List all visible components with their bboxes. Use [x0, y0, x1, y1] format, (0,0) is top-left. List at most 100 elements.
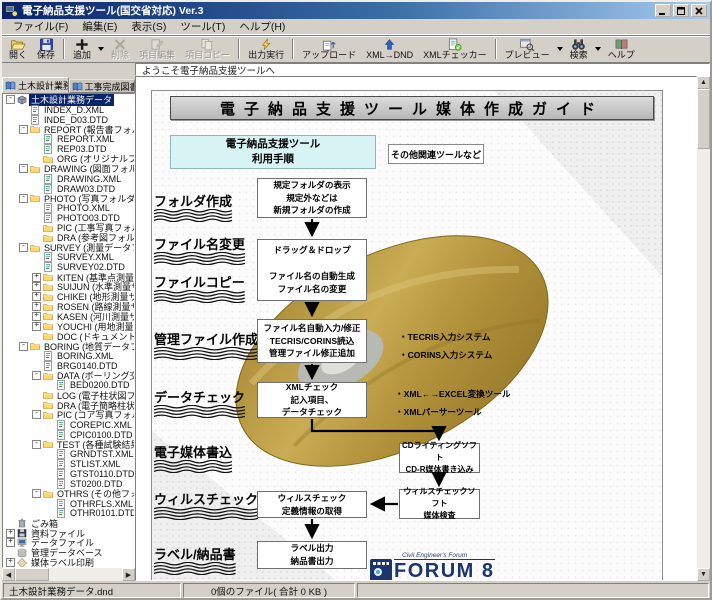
- tree-view[interactable]: -土木設計業務データINDEX_D.XMLINDE_D03.DTD-REPORT…: [2, 93, 135, 568]
- horizontal-scroll-thumb[interactable]: [15, 568, 49, 581]
- menu-file[interactable]: ファイル(F): [6, 18, 75, 35]
- tree-item[interactable]: -BORING (地質データフォルダ): [3, 341, 134, 351]
- horizontal-scroll-track[interactable]: [49, 568, 122, 581]
- vertical-scroll-track[interactable]: [697, 149, 710, 568]
- folder-icon: [30, 243, 40, 253]
- xml-checker-button[interactable]: XMLチェッカー: [418, 37, 492, 61]
- preview-label: プレビュー: [505, 51, 550, 61]
- scroll-right-button[interactable]: ▶: [122, 568, 135, 581]
- vertical-scroll-thumb[interactable]: [697, 89, 710, 149]
- tree-item[interactable]: -REPORT (報告書フォルダ): [3, 125, 134, 135]
- step-label-manage-file: 管理ファイル作成: [154, 329, 258, 360]
- tree-expand-toggle[interactable]: +: [6, 558, 15, 567]
- tree-expand-toggle[interactable]: -: [32, 371, 41, 380]
- open-button[interactable]: 開く: [4, 37, 32, 61]
- tree-item[interactable]: REPORT.XML: [3, 134, 134, 144]
- search-button[interactable]: 検索: [565, 37, 593, 61]
- annotation-tecris: ・TECRIS入力システム: [399, 331, 490, 343]
- tree-item[interactable]: GTST0110.DTD: [3, 469, 134, 479]
- tree-item[interactable]: DRAWING.XML: [3, 174, 134, 184]
- tree-item-label: GRNDTST.XML: [68, 449, 134, 459]
- tree-expand-toggle[interactable]: -: [32, 440, 41, 449]
- tree-item[interactable]: SURVEY.XML: [3, 253, 134, 263]
- guide-title: 電子納品支援ツール媒体作成ガイド: [170, 96, 654, 120]
- tree-item-label: COREPIC.XML: [68, 420, 134, 430]
- preview-dropdown-button[interactable]: [555, 37, 565, 61]
- forum8-logo-text: FORUM 8: [394, 561, 495, 581]
- tree-expand-toggle[interactable]: +: [32, 312, 41, 321]
- statusbar: 土木設計業務データ.dnd 0個のファイル( 合計 0 KB ): [2, 582, 710, 598]
- tree-item[interactable]: -PHOTO (写真フォルダ): [3, 193, 134, 203]
- upload-button[interactable]: アップロード: [297, 37, 361, 61]
- menu-view[interactable]: 表示(S): [124, 18, 173, 35]
- close-button[interactable]: [691, 4, 707, 17]
- menu-edit[interactable]: 編集(E): [75, 18, 124, 35]
- tree-item[interactable]: -PIC (コア写真フォルダ): [3, 410, 134, 420]
- tree-expand-toggle[interactable]: -: [32, 410, 41, 419]
- tree-expand-toggle[interactable]: -: [19, 194, 28, 203]
- add-dropdown-button[interactable]: [96, 37, 106, 61]
- save-button[interactable]: 保存: [32, 37, 60, 61]
- tree-item[interactable]: INDEX_D.XML: [3, 105, 134, 115]
- scroll-up-button[interactable]: ▲: [697, 76, 710, 89]
- page-icon: [43, 252, 53, 262]
- tree-expand-toggle[interactable]: -: [19, 342, 28, 351]
- main-vertical-scrollbar[interactable]: ▲ ▼: [697, 76, 710, 581]
- tree-expand-toggle[interactable]: +: [32, 282, 41, 291]
- tree-item[interactable]: -土木設計業務データ: [3, 95, 134, 105]
- scroll-down-button[interactable]: ▼: [697, 568, 710, 581]
- scroll-left-button[interactable]: ◀: [2, 568, 15, 581]
- tree-expand-toggle[interactable]: -: [32, 489, 41, 498]
- titlebar[interactable]: 電子納品支援ツール(国交省対応) Ver.3: [2, 2, 710, 19]
- open-label: 開く: [9, 51, 27, 61]
- page-icon: [30, 105, 40, 115]
- tree-expand-toggle[interactable]: +: [32, 322, 41, 331]
- tree-item[interactable]: +媒体ラベル印刷: [3, 558, 134, 568]
- tab-civil-design[interactable]: 土木設計業務: [2, 77, 69, 93]
- step-label-data-check: データチェック: [154, 387, 245, 418]
- tree-item[interactable]: -TEST (各種試験結果フォルダ): [3, 440, 134, 450]
- item-edit-label: 項目編集: [139, 51, 175, 61]
- tree-item[interactable]: GRNDTST.XML: [3, 449, 134, 459]
- upload-label: アップロード: [302, 51, 356, 61]
- page-icon: [30, 115, 40, 125]
- search-dropdown-button[interactable]: [593, 37, 603, 61]
- tree-expand-toggle[interactable]: -: [19, 243, 28, 252]
- tree-item[interactable]: OTHRFLS.XML: [3, 499, 134, 509]
- tree-expand-toggle[interactable]: +: [32, 292, 41, 301]
- item-copy-button: 項目コピー: [180, 37, 235, 61]
- trash-icon: [17, 518, 27, 528]
- tree-expand-toggle[interactable]: +: [6, 529, 15, 538]
- tab-label: 工事完成図書: [85, 80, 136, 93]
- tree-item[interactable]: -OTHRS (その他フォルダ): [3, 489, 134, 499]
- tree-item[interactable]: -DRAWING (図面フォルダ): [3, 164, 134, 174]
- page-icon: [43, 144, 53, 154]
- tree-expand-toggle[interactable]: -: [19, 125, 28, 134]
- tree-expand-toggle[interactable]: +: [6, 538, 15, 547]
- menu-tools[interactable]: ツール(T): [173, 18, 232, 35]
- forum8-tagline: Civil Engineer's Forum: [394, 552, 495, 560]
- tree-item[interactable]: -DATA (ボーリング交換用): [3, 371, 134, 381]
- maximize-button[interactable]: [673, 4, 689, 17]
- delete-button: 削除: [106, 37, 134, 61]
- tree-item[interactable]: STLIST.XML: [3, 459, 134, 469]
- guide-canvas: 電子納品支援ツール媒体作成ガイド 電子納品支援ツール 利用手順 その他関連ツール…: [135, 76, 697, 581]
- tree-horizontal-scrollbar[interactable]: ◀ ▶: [2, 568, 135, 581]
- output-run-button[interactable]: 出力実行: [243, 37, 289, 61]
- tree-item[interactable]: COREPIC.XML: [3, 420, 134, 430]
- xml-dnd-button[interactable]: XML→DND: [361, 37, 418, 61]
- help-button[interactable]: ヘルプ: [603, 37, 640, 61]
- tree-expand-toggle[interactable]: -: [6, 95, 15, 104]
- tree-item[interactable]: BORING.XML: [3, 351, 134, 361]
- add-button[interactable]: 追加: [68, 37, 96, 61]
- minimize-button[interactable]: [655, 4, 671, 17]
- tree-item-label: SURVEY.XML: [55, 252, 116, 262]
- tree-expand-toggle[interactable]: +: [32, 302, 41, 311]
- menu-help[interactable]: ヘルプ(H): [232, 18, 292, 35]
- tree-item[interactable]: OTHR0101.DTD: [3, 508, 134, 518]
- tree-expand-toggle[interactable]: +: [32, 273, 41, 282]
- tree-expand-toggle[interactable]: -: [19, 164, 28, 173]
- tree-item[interactable]: -SURVEY (測量データフォルダ): [3, 243, 134, 253]
- tab-construction-docs[interactable]: 工事完成図書: [69, 79, 136, 93]
- preview-button[interactable]: プレビュー: [500, 37, 555, 61]
